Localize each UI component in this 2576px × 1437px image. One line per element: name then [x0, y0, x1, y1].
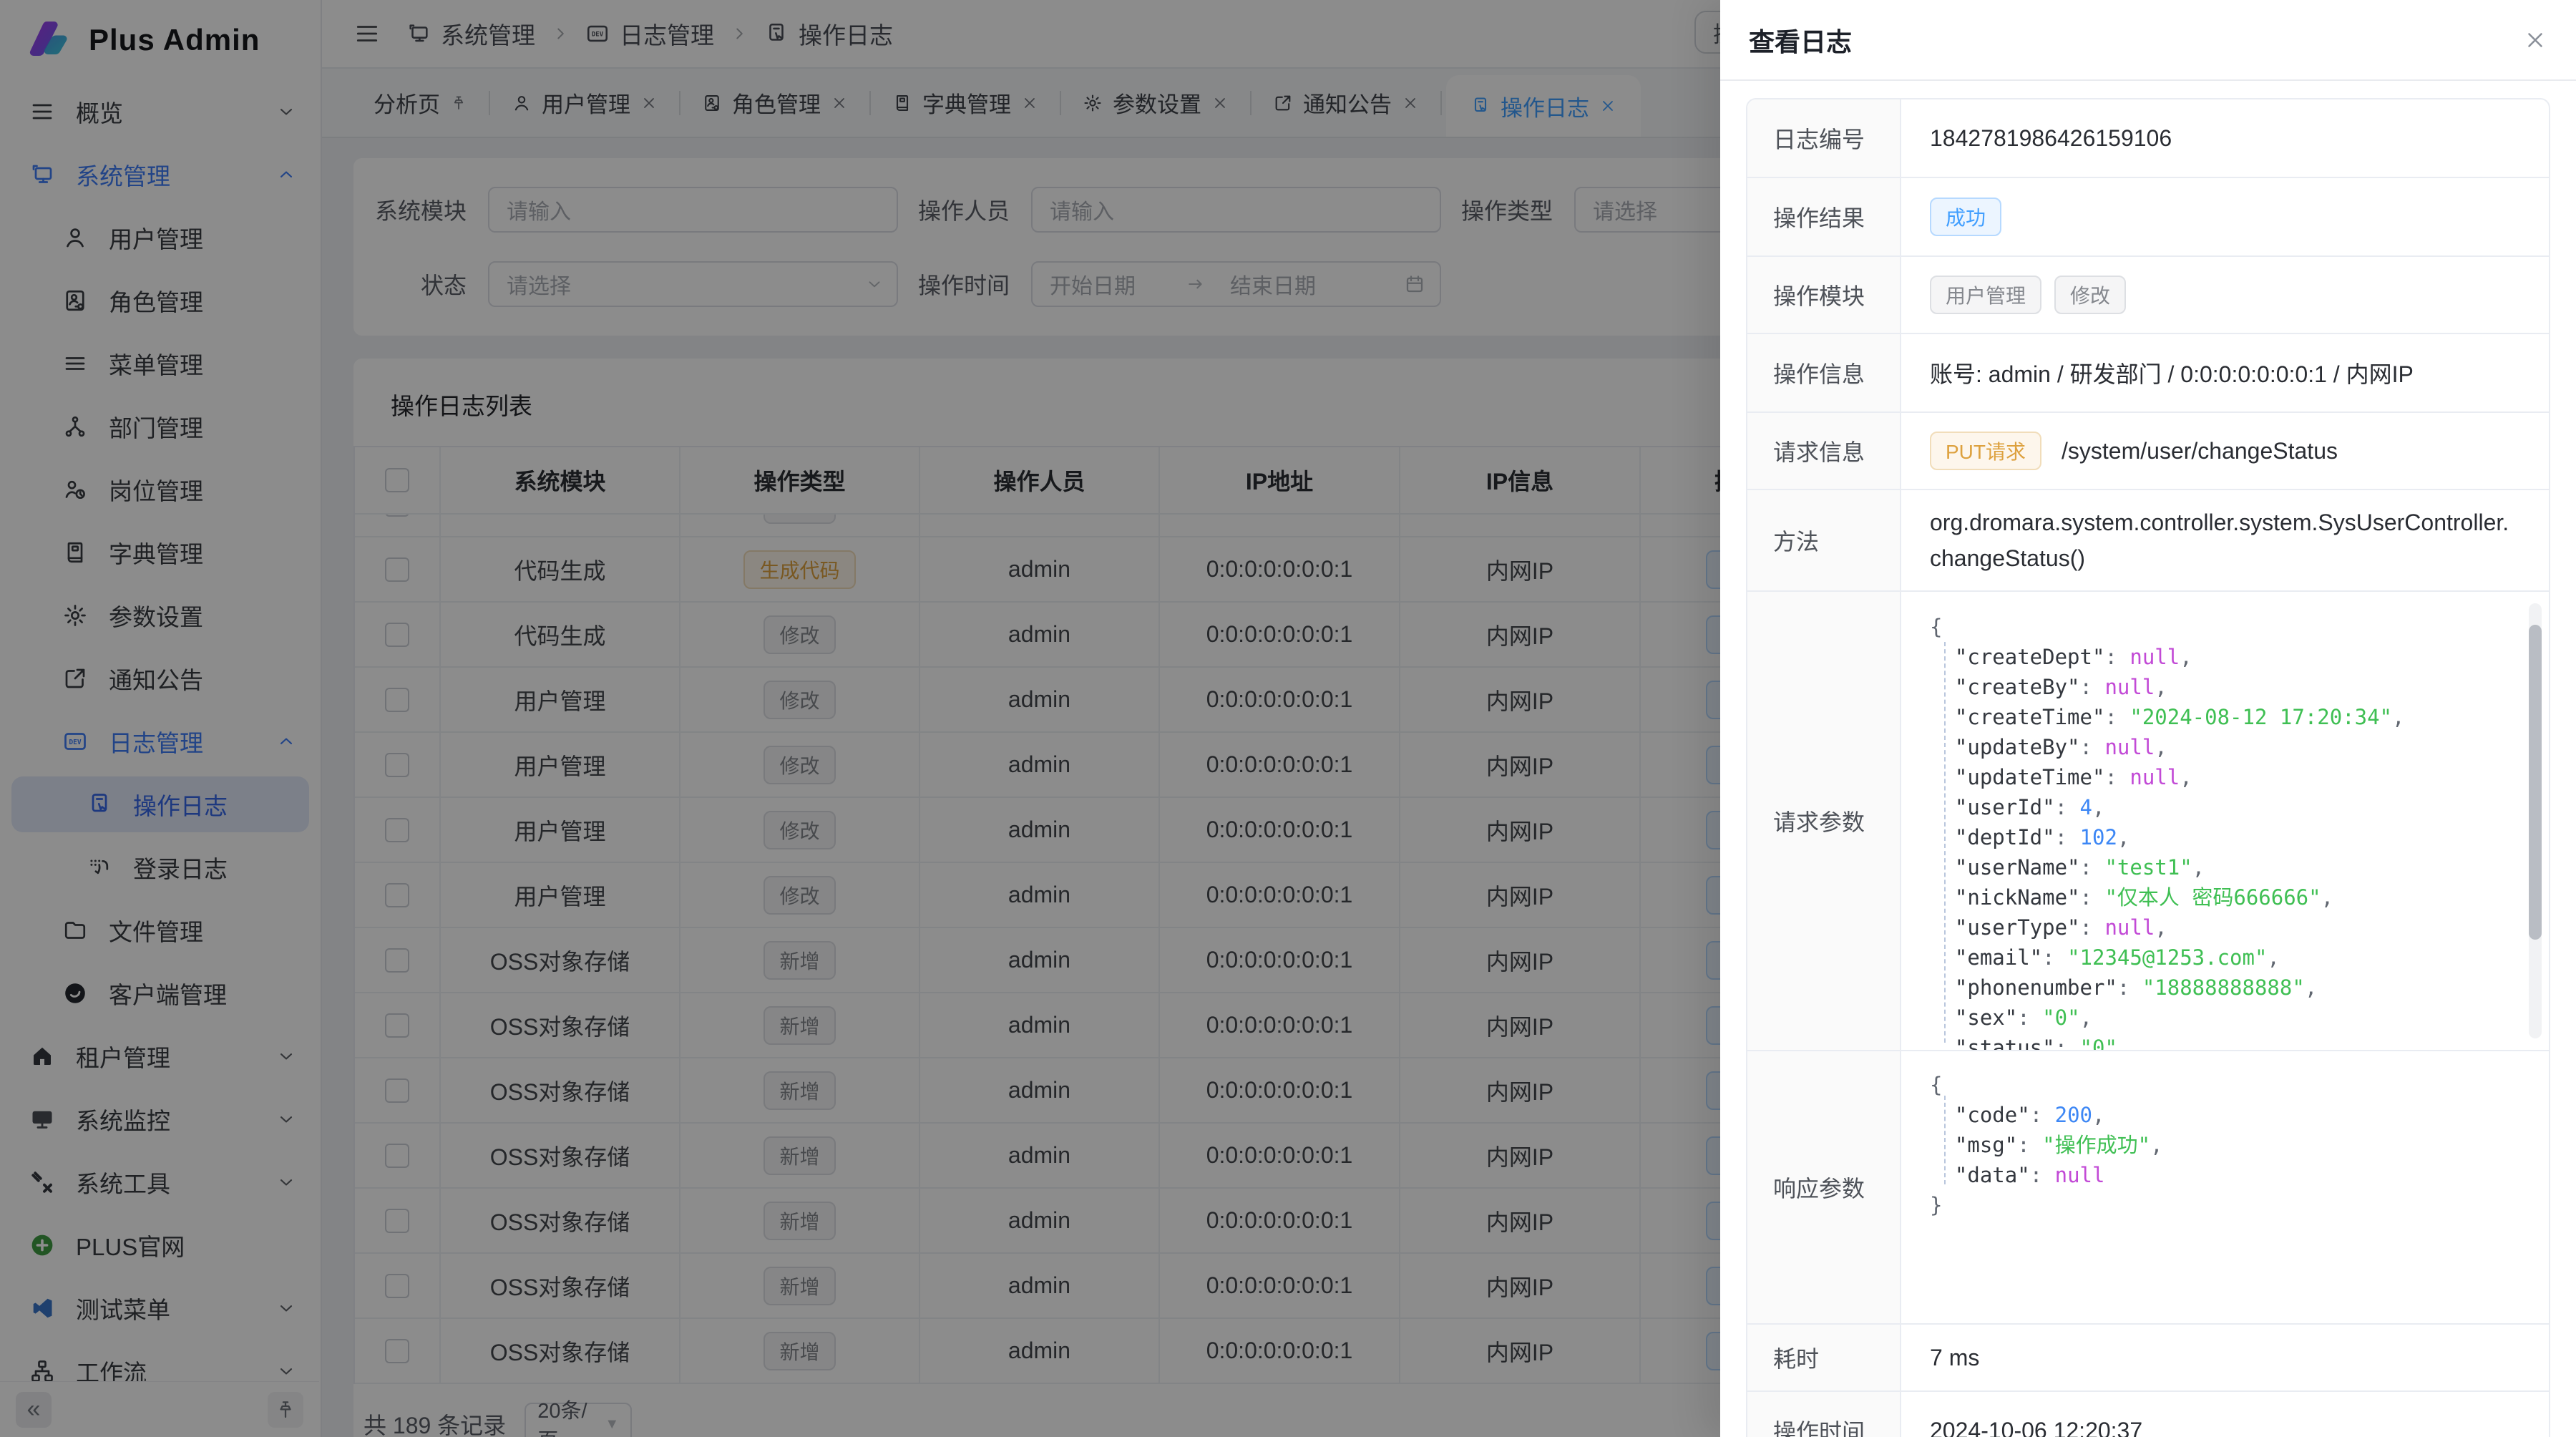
detail-label: 操作信息 — [1747, 334, 1901, 411]
detail-value: 用户管理修改 — [1901, 257, 2549, 333]
response_params-code-block: { "code": 200, "msg": "操作成功", "data": nu… — [1901, 1051, 2549, 1323]
detail-label: 方法 — [1747, 490, 1901, 590]
detail-value: 2024-10-06 12:20:37 — [1901, 1392, 2549, 1437]
modal-overlay[interactable] — [0, 0, 1720, 1437]
detail-row: 方法org.dromara.system.controller.system.S… — [1747, 490, 2549, 592]
detail-value: PUT请求/system/user/changeStatus — [1901, 413, 2549, 489]
detail-value: 7 ms — [1901, 1325, 2549, 1390]
app-root: Plus Admin 概览系统管理用户管理角色管理菜单管理部门管理岗位管理字典管… — [0, 0, 2576, 1437]
detail-row: 耗时7 ms — [1747, 1325, 2549, 1392]
detail-label: 请求参数 — [1747, 592, 1901, 1050]
request-path: /system/user/changeStatus — [2062, 438, 2338, 464]
detail-value: 账号: admin / 研发部门 / 0:0:0:0:0:0:0:1 / 内网I… — [1901, 334, 2549, 411]
detail-label: 操作结果 — [1747, 178, 1901, 255]
tag-primary: 成功 — [1930, 198, 2001, 236]
detail-value: 成功 — [1901, 178, 2549, 255]
detail-value: 1842781986426159106 — [1901, 99, 2549, 177]
tag-warning: PUT请求 — [1930, 432, 2041, 470]
close-icon[interactable] — [2523, 28, 2547, 52]
drawer-title: 查看日志 — [1749, 21, 1852, 59]
detail-row: 响应参数 { "code": 200, "msg": "操作成功", "data… — [1747, 1051, 2549, 1325]
detail-value: org.dromara.system.controller.system.Sys… — [1901, 490, 2549, 590]
log-detail-table: 日志编号1842781986426159106 操作结果成功 操作模块用户管理修… — [1746, 98, 2550, 1437]
detail-label: 耗时 — [1747, 1325, 1901, 1390]
detail-label: 响应参数 — [1747, 1051, 1901, 1323]
tag-info: 用户管理 — [1930, 276, 2041, 314]
detail-row: 操作信息账号: admin / 研发部门 / 0:0:0:0:0:0:0:1 /… — [1747, 334, 2549, 413]
detail-label: 操作模块 — [1747, 257, 1901, 333]
view-log-drawer: 查看日志 日志编号1842781986426159106 操作结果成功 操作模块… — [1720, 0, 2576, 1437]
scrollbar-thumb[interactable] — [2529, 625, 2542, 940]
tag-info: 修改 — [2054, 276, 2126, 314]
detail-label: 操作时间 — [1747, 1392, 1901, 1437]
detail-row: 操作模块用户管理修改 — [1747, 257, 2549, 334]
detail-label: 日志编号 — [1747, 99, 1901, 177]
drawer-header: 查看日志 — [1720, 0, 2576, 81]
detail-row: 日志编号1842781986426159106 — [1747, 99, 2549, 178]
detail-row: 操作时间2024-10-06 12:20:37 — [1747, 1392, 2549, 1437]
request_params-code-block: { "createDept": null, "createBy": null, … — [1901, 592, 2549, 1050]
detail-row: 请求信息PUT请求/system/user/changeStatus — [1747, 413, 2549, 490]
indent-guide — [1944, 1096, 1946, 1184]
detail-row: 请求参数 { "createDept": null, "createBy": n… — [1747, 592, 2549, 1051]
detail-label: 请求信息 — [1747, 413, 1901, 489]
indent-guide — [1944, 642, 1946, 1043]
detail-row: 操作结果成功 — [1747, 178, 2549, 257]
